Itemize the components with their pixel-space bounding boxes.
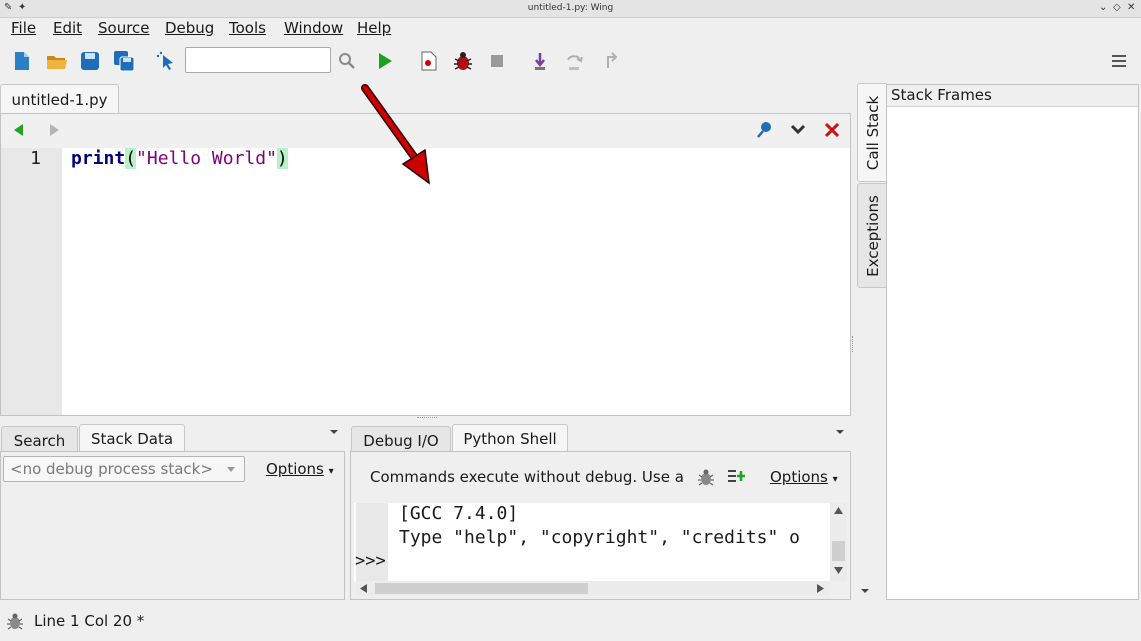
chevron-down-icon[interactable] xyxy=(790,122,806,138)
toolbar xyxy=(0,44,1141,80)
close-editor-icon[interactable] xyxy=(824,122,840,138)
shell-line: [GCC 7.4.0] xyxy=(399,503,519,524)
line-number: 1 xyxy=(30,148,41,169)
stop-icon[interactable] xyxy=(486,50,508,72)
menu-debug[interactable]: Debug xyxy=(165,19,214,37)
shell-info-text: Commands execute without debug. Use arı xyxy=(370,468,683,486)
open-folder-icon[interactable] xyxy=(45,50,67,72)
title-bar: ✎ ✦ untitled-1.py: Wing ⌄ ◇ ✕ xyxy=(0,0,1141,18)
code-string: "Hello World" xyxy=(136,148,277,169)
shell-line: Type "help", "copyright", "credits" o xyxy=(399,527,800,548)
shell-prompt: >>> xyxy=(355,551,386,571)
code-line-1[interactable]: print("Hello World") xyxy=(71,148,288,170)
left-panel-menu-icon[interactable] xyxy=(329,428,339,436)
code-keyword: print xyxy=(71,148,126,169)
save-all-icon[interactable] xyxy=(113,50,135,72)
close-window-icon[interactable]: ✕ xyxy=(1127,2,1135,13)
tab-call-stack[interactable]: Call Stack xyxy=(857,83,887,182)
scroll-up-icon[interactable] xyxy=(833,506,844,515)
pin-editor-icon[interactable] xyxy=(755,120,775,140)
shell-text: [GCC 7.4.0] Type "help", "copyright", "cr… xyxy=(399,502,824,550)
menu-source[interactable]: Source xyxy=(98,19,150,37)
status-bar: Line 1 Col 20 * xyxy=(0,602,1141,641)
right-panel-menu-icon[interactable] xyxy=(835,428,845,436)
debug-bug-icon[interactable] xyxy=(452,50,474,72)
tab-stack-data[interactable]: Stack Data xyxy=(79,424,185,452)
run-icon[interactable] xyxy=(374,50,396,72)
tab-python-shell[interactable]: Python Shell xyxy=(452,424,568,452)
dock-tabs: Call Stack Exceptions xyxy=(857,83,887,603)
combo-arrow-icon xyxy=(227,467,235,472)
forward-arrow-icon[interactable] xyxy=(46,122,62,138)
menu-tools[interactable]: Tools xyxy=(229,19,266,37)
menu-window[interactable]: Window xyxy=(284,19,343,37)
back-arrow-icon[interactable] xyxy=(11,122,27,138)
tab-debug-io[interactable]: Debug I/O xyxy=(351,426,451,452)
stack-frames-header: Stack Frames xyxy=(887,85,1138,107)
scroll-left-icon[interactable] xyxy=(359,583,368,594)
stack-combo-value: <no debug process stack> xyxy=(10,460,213,478)
menu-help[interactable]: Help xyxy=(357,19,391,37)
stack-frames-panel xyxy=(886,84,1139,600)
status-text: Line 1 Col 20 * xyxy=(34,612,145,630)
pointer-select-icon[interactable] xyxy=(155,50,177,72)
shell-vertical-scrollbar[interactable] xyxy=(830,503,847,581)
scroll-down-icon[interactable] xyxy=(833,566,844,575)
menu-file[interactable]: File xyxy=(11,19,36,37)
new-file-icon[interactable] xyxy=(11,50,33,72)
step-out-icon[interactable] xyxy=(598,50,620,72)
minimize-icon[interactable]: ⌄ xyxy=(1099,2,1107,13)
status-bug-icon[interactable] xyxy=(5,611,25,631)
search-icon[interactable] xyxy=(336,50,358,72)
save-icon[interactable] xyxy=(79,50,101,72)
window-title: untitled-1.py: Wing xyxy=(527,3,614,13)
code-close-paren: ) xyxy=(276,148,288,169)
line-number-gutter xyxy=(1,148,62,415)
splitter-grip[interactable] xyxy=(417,417,437,421)
step-into-icon[interactable] xyxy=(530,50,552,72)
code-open-paren: ( xyxy=(125,148,137,169)
vertical-scroll-thumb[interactable] xyxy=(832,541,845,561)
stack-combo[interactable]: <no debug process stack> xyxy=(3,456,245,482)
shell-new-debug-icon[interactable] xyxy=(726,467,746,487)
dock-splitter-grip[interactable] xyxy=(852,336,855,352)
toolbar-search-input[interactable] xyxy=(185,47,331,73)
left-options-button[interactable]: Options ▾ xyxy=(266,460,334,478)
maximize-icon[interactable]: ◇ xyxy=(1113,2,1121,13)
menu-bar: File Edit Source Debug Tools Window Help xyxy=(0,17,1141,41)
step-over-icon[interactable] xyxy=(564,50,586,72)
menu-edit[interactable]: Edit xyxy=(53,19,82,37)
horizontal-scroll-thumb[interactable] xyxy=(375,583,588,594)
shell-horizontal-scrollbar[interactable] xyxy=(356,581,830,596)
tab-exceptions[interactable]: Exceptions xyxy=(857,183,887,288)
annotation-arrow-icon xyxy=(361,84,430,185)
new-breakpoint-file-icon[interactable] xyxy=(418,50,440,72)
tab-search[interactable]: Search xyxy=(1,426,78,452)
hamburger-menu-icon[interactable] xyxy=(1108,50,1130,72)
scroll-right-icon[interactable] xyxy=(816,583,825,594)
shell-debug-bug-icon[interactable] xyxy=(696,467,716,487)
tab-untitled-1[interactable]: untitled-1.py xyxy=(0,84,119,114)
right-options-button[interactable]: Options ▾ xyxy=(770,468,838,486)
